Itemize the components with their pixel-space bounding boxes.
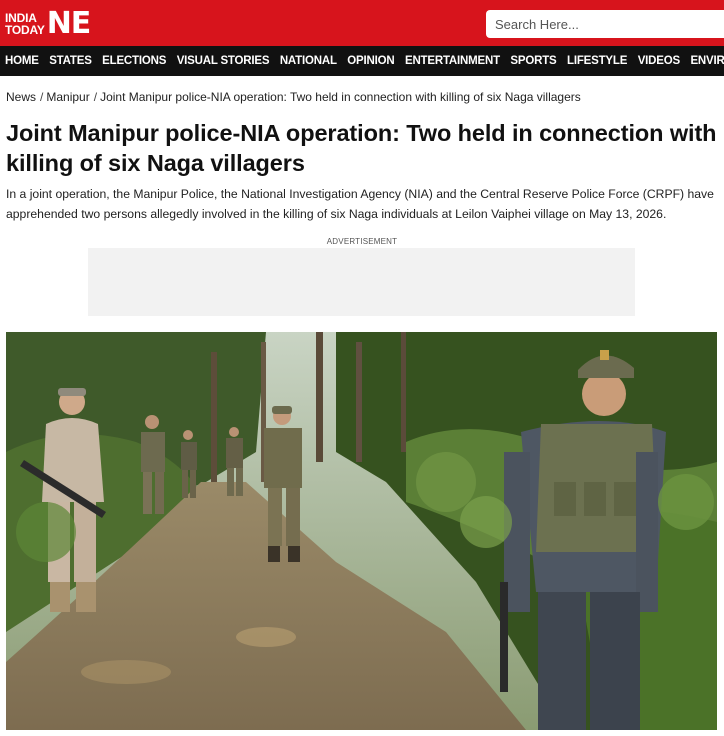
nav-item-national[interactable]: NATIONAL bbox=[280, 55, 337, 67]
breadcrumb-item-current: Joint Manipur police-NIA operation: Two … bbox=[100, 90, 581, 104]
nav-item-environment[interactable]: ENVIRONMENT bbox=[690, 55, 724, 67]
top-header: INDIA TODAY NE bbox=[0, 0, 724, 46]
nav-item-elections[interactable]: ELECTIONS bbox=[102, 55, 166, 67]
logo-line2: TODAY bbox=[5, 23, 45, 37]
nav-item-videos[interactable]: VIDEOS bbox=[638, 55, 680, 67]
breadcrumb-separator: / bbox=[40, 90, 44, 104]
search-box[interactable] bbox=[486, 10, 724, 38]
nav-item-entertainment[interactable]: ENTERTAINMENT bbox=[405, 55, 500, 67]
hero-photo-illustration bbox=[6, 332, 717, 730]
nav-item-home[interactable]: HOME bbox=[5, 55, 39, 67]
logo-wordmark: INDIA TODAY bbox=[5, 12, 45, 36]
nav-item-states[interactable]: STATES bbox=[49, 55, 92, 67]
logo-ne: NE bbox=[46, 6, 92, 41]
ad-slot[interactable] bbox=[88, 248, 635, 316]
breadcrumb-item-manipur[interactable]: Manipur bbox=[46, 90, 89, 104]
breadcrumb: News / Manipur / Joint Manipur police-NIA op… bbox=[6, 90, 581, 104]
article-hero-image[interactable] bbox=[6, 332, 717, 730]
nav-item-lifestyle[interactable]: LIFESTYLE bbox=[567, 55, 627, 67]
search-input[interactable] bbox=[486, 10, 724, 38]
nav-item-sports[interactable]: SPORTS bbox=[510, 55, 556, 67]
breadcrumb-separator: / bbox=[93, 90, 98, 104]
article-title: Joint Manipur police-NIA operation: Two … bbox=[6, 120, 717, 176]
article-summary: In a joint operation, the Manipur Police… bbox=[6, 187, 714, 221]
breadcrumb-item-news[interactable]: News bbox=[6, 90, 36, 104]
nav-item-opinion[interactable]: OPINION bbox=[347, 55, 394, 67]
ad-label: ADVERTISEMENT bbox=[326, 237, 398, 246]
nav-item-visual-stories[interactable]: VISUAL STORIES bbox=[177, 55, 270, 67]
main-nav: HOME STATES ELECTIONS VISUAL STORIES NAT… bbox=[0, 46, 724, 76]
site-logo[interactable]: INDIA TODAY NE bbox=[5, 6, 92, 41]
